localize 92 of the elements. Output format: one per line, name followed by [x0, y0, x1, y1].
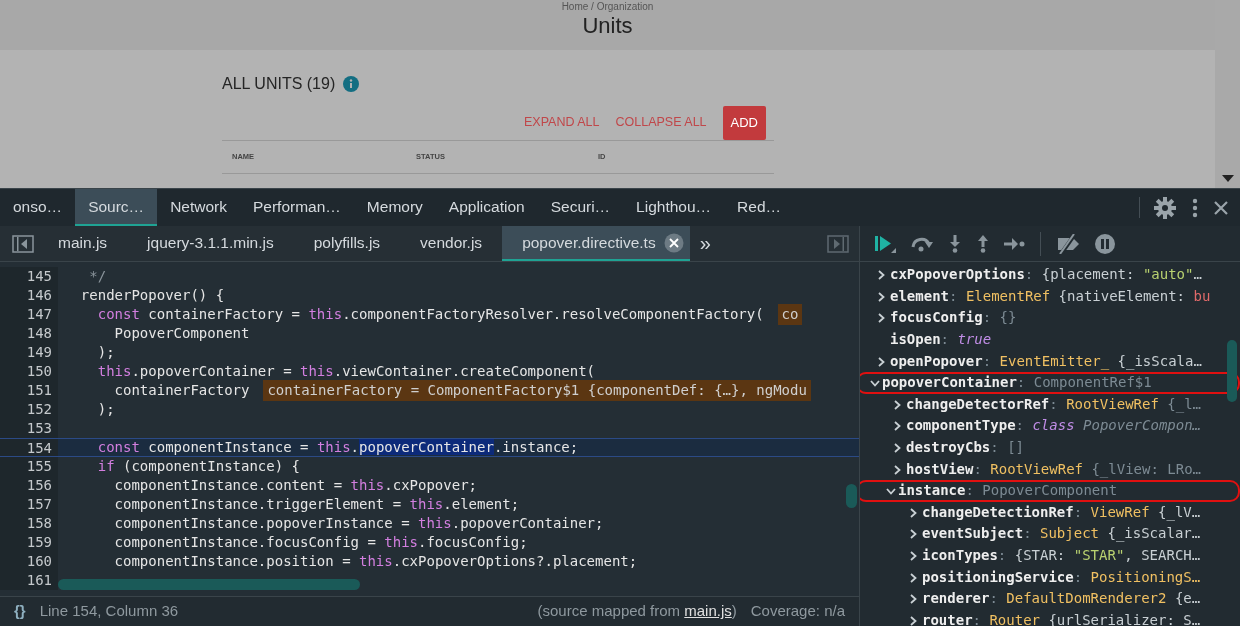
- pause-icon[interactable]: [1095, 233, 1115, 254]
- line-number: 156: [0, 476, 58, 495]
- panel-tab[interactable]: Red…: [724, 189, 795, 226]
- file-tab[interactable]: popover.directive.ts: [502, 226, 690, 261]
- deactivate-breakpoints-icon[interactable]: [1055, 233, 1081, 254]
- close-icon[interactable]: [1214, 200, 1228, 215]
- file-tab[interactable]: vendor.js: [400, 226, 503, 261]
- line-number: 155: [0, 457, 58, 476]
- line-number: 161: [0, 571, 58, 590]
- panel-tab[interactable]: Performan…: [240, 189, 354, 226]
- property-entry[interactable]: focusConfig: {}: [890, 307, 1017, 329]
- property-entry[interactable]: element: ElementRef {nativeElement: bu: [890, 285, 1211, 307]
- panel-tab[interactable]: Sourc…: [75, 189, 158, 226]
- code-line: renderPopover() {: [79, 286, 225, 305]
- source-link[interactable]: main.js: [684, 602, 732, 620]
- inline-value: containerFactory = ComponentFactory$1 {componentDef: {…}, ngModu: [263, 380, 811, 401]
- line-number: 152: [0, 400, 58, 419]
- property-entry[interactable]: destroyCbs: []: [906, 437, 1024, 459]
- code-line: componentInstance.triggerElement = this.element;: [113, 495, 520, 514]
- panel-tab[interactable]: Network: [157, 189, 240, 226]
- line-number: 147: [0, 305, 58, 324]
- line-number: 145: [0, 267, 58, 286]
- step-over-icon[interactable]: [910, 235, 934, 252]
- code-line: */: [88, 267, 107, 286]
- scrollbar-thumb[interactable]: [1227, 340, 1237, 402]
- property-entry[interactable]: cxPopoverOptions: {placement: "auto"…: [890, 264, 1202, 286]
- code-line: componentInstance.position = this.cxPopoverOptions?.placement;: [113, 552, 638, 571]
- property-entry[interactable]: eventSubject: Subject {_isScalar…: [922, 523, 1201, 545]
- code-line: if (componentInstance) {: [96, 457, 300, 476]
- coverage-label: Coverage: n/a: [750, 601, 845, 622]
- page-title: Units: [582, 12, 633, 40]
- debugger-toggle-icon[interactable]: [827, 234, 849, 253]
- line-number: 151: [0, 381, 58, 400]
- code-line: containerFactory: [113, 381, 250, 400]
- step-icon[interactable]: [1004, 237, 1026, 250]
- line-number: 158: [0, 514, 58, 533]
- more-tabs-button[interactable]: »: [689, 226, 721, 261]
- breadcrumb: Home / Organization: [561, 1, 654, 12]
- line-number: 153: [0, 419, 58, 438]
- line-number: 146: [0, 286, 58, 305]
- property-entry[interactable]: renderer: DefaultDomRenderer2 {e…: [922, 588, 1201, 610]
- info-icon[interactable]: [343, 76, 360, 92]
- more-options-icon[interactable]: [1192, 197, 1198, 218]
- code-line: this.popoverContainer = this.viewContainer.createComponent(: [96, 362, 596, 381]
- vertical-scrollbar-thumb[interactable]: [846, 484, 857, 508]
- property-entry[interactable]: positioningService: PositioningS…: [922, 566, 1201, 588]
- cursor-position: Line 154, Column 36: [39, 601, 179, 622]
- line-number: 148: [0, 324, 58, 343]
- property-entry[interactable]: popoverContainer: ComponentRef$1: [882, 372, 1152, 394]
- navigator-toggle-icon[interactable]: [12, 234, 34, 253]
- property-entry[interactable]: openPopover: EventEmitter_ {_isScala…: [890, 350, 1202, 372]
- step-out-icon[interactable]: [976, 234, 990, 253]
- line-number: 154: [0, 439, 58, 456]
- property-entry[interactable]: componentType: class PopoverCompon…: [906, 415, 1202, 437]
- code-line: PopoverComponent: [113, 324, 250, 343]
- close-tab-icon[interactable]: [663, 232, 684, 253]
- panel-tab[interactable]: Securi…: [537, 189, 624, 226]
- inline-value: co: [777, 304, 803, 325]
- file-tab[interactable]: polyfills.js: [293, 226, 401, 261]
- property-entry[interactable]: isOpen: true: [890, 329, 992, 351]
- file-tab[interactable]: jquery-3.1.1.min.js: [127, 226, 294, 261]
- file-tab[interactable]: main.js: [38, 226, 128, 261]
- line-number: 157: [0, 495, 58, 514]
- code-line: componentInstance.popoverInstance = this.popoverContainer;: [113, 514, 604, 533]
- property-entry[interactable]: hostView: RootViewRef {_lView: LRo…: [906, 458, 1202, 480]
- scroll-down-icon[interactable]: [1221, 175, 1234, 182]
- code-line: const componentInstance = this.popoverContainer.instance;: [96, 438, 579, 457]
- section-title: ALL UNITS (19): [222, 74, 336, 94]
- code-line: componentInstance.focusConfig = this.focusConfig;: [113, 533, 528, 552]
- settings-icon[interactable]: [1154, 196, 1176, 219]
- resume-icon[interactable]: [874, 234, 896, 253]
- add-button[interactable]: ADD: [722, 106, 766, 140]
- step-into-icon[interactable]: [948, 234, 962, 253]
- code-line: componentInstance.content = this.cxPopover;: [113, 476, 477, 495]
- panel-tab[interactable]: Application: [435, 189, 538, 226]
- panel-tab[interactable]: onso…: [0, 189, 76, 226]
- line-number: 160: [0, 552, 58, 571]
- pretty-print-button[interactable]: {}: [14, 600, 26, 623]
- property-entry[interactable]: iconTypes: {STAR: "STAR", SEARCH…: [922, 545, 1201, 566]
- panel-tab[interactable]: Lighthou…: [623, 189, 725, 226]
- line-number: 150: [0, 362, 58, 381]
- property-entry[interactable]: instance: PopoverComponent: [898, 480, 1118, 502]
- property-entry[interactable]: changeDetectorRef: RootViewRef {_l…: [906, 393, 1202, 415]
- horizontal-scrollbar-thumb[interactable]: [58, 579, 360, 590]
- line-number: 159: [0, 533, 58, 552]
- code-line: );: [96, 400, 115, 419]
- source-map-note: (source mapped from main.js): [537, 601, 737, 622]
- panel-tab[interactable]: Memory: [353, 189, 436, 226]
- code-line: const containerFactory = this.componentFactoryResolver.resolveComponentFactory(: [96, 305, 764, 324]
- code-line: );: [96, 343, 115, 362]
- line-number: 149: [0, 343, 58, 362]
- property-entry[interactable]: changeDetectionRef: ViewRef {_lV…: [922, 501, 1201, 523]
